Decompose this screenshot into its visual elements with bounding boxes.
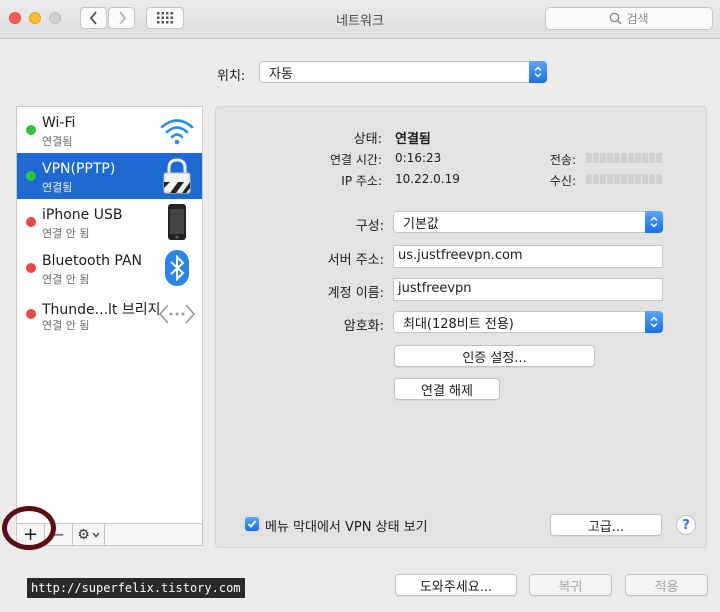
wifi-icon bbox=[160, 119, 194, 145]
service-name: Wi-Fi bbox=[42, 115, 76, 131]
service-status: 연결 안 됨 bbox=[42, 227, 90, 240]
ip-address-label: IP 주소: bbox=[341, 174, 382, 188]
show-vpn-status-checkbox[interactable] bbox=[245, 517, 259, 531]
service-item-bluetooth-pan[interactable]: Bluetooth PAN 연결 안 됨 bbox=[17, 245, 202, 291]
server-address-field[interactable]: us.justfreevpn.com bbox=[393, 245, 663, 268]
iphone-icon bbox=[168, 204, 186, 240]
updown-arrows-icon bbox=[529, 61, 547, 83]
search-icon bbox=[610, 12, 622, 25]
config-label: 구성: bbox=[355, 219, 384, 234]
service-status: 연결됨 bbox=[42, 181, 73, 194]
revert-button[interactable]: 복귀 bbox=[529, 574, 612, 596]
status-value: 연결됨 bbox=[395, 132, 431, 147]
service-list: Wi-Fi 연결됨 VPN(PPTP) 연결됨 iPhone USB 연결 안 … bbox=[16, 106, 203, 524]
encryption-value: 최대(128비트 전용) bbox=[403, 316, 514, 332]
config-popup[interactable]: 기본값 bbox=[393, 211, 663, 233]
status-dot bbox=[26, 125, 36, 135]
status-dot bbox=[26, 217, 36, 227]
service-status: 연결됨 bbox=[42, 135, 73, 148]
server-address-label: 서버 주소: bbox=[327, 253, 384, 268]
ip-address-value: 10.22.0.19 bbox=[395, 172, 460, 186]
apply-button[interactable]: 적용 bbox=[625, 574, 708, 596]
service-item-iphone-usb[interactable]: iPhone USB 연결 안 됨 bbox=[17, 199, 202, 245]
status-dot bbox=[26, 263, 36, 273]
encryption-label: 암호화: bbox=[343, 319, 384, 334]
status-label: 상태: bbox=[353, 132, 382, 147]
location-label: 위치: bbox=[217, 69, 246, 84]
received-bytes-meter bbox=[586, 174, 663, 184]
service-item-vpn[interactable]: VPN(PPTP) 연결됨 bbox=[17, 153, 202, 199]
updown-arrows-icon bbox=[645, 311, 663, 333]
assist-me-button[interactable]: 도와주세요... bbox=[395, 574, 517, 596]
status-dot bbox=[26, 171, 36, 181]
search-field[interactable]: 검색 bbox=[545, 7, 713, 30]
service-name: Thunde...lt 브리지 bbox=[42, 302, 161, 318]
service-status: 연결 안 됨 bbox=[42, 319, 90, 332]
advanced-button[interactable]: 고급... bbox=[550, 514, 662, 536]
service-status: 연결 안 됨 bbox=[42, 273, 90, 286]
title-bar: 네트워크 검색 bbox=[0, 0, 720, 39]
watermark: http://superfelix.tistory.com bbox=[27, 578, 245, 598]
connect-time-label: 연결 시간: bbox=[329, 153, 382, 167]
account-name-label: 계정 이름: bbox=[327, 286, 384, 301]
bluetooth-icon bbox=[165, 250, 189, 286]
location-value: 자동 bbox=[269, 66, 293, 82]
authentication-settings-button[interactable]: 인증 설정... bbox=[394, 345, 595, 367]
service-name: VPN(PPTP) bbox=[42, 161, 116, 177]
service-item-thunderbolt-bridge[interactable]: Thunde...lt 브리지 연결 안 됨 bbox=[17, 291, 202, 337]
vpn-lock-icon bbox=[163, 158, 191, 194]
annotation-circle bbox=[2, 506, 56, 550]
connect-time-value: 0:16:23 bbox=[395, 151, 442, 165]
service-name: iPhone USB bbox=[42, 207, 123, 223]
disconnect-button[interactable]: 연결 해제 bbox=[394, 378, 500, 400]
sent-label: 전송: bbox=[549, 153, 576, 167]
chevron-down-icon bbox=[92, 532, 100, 537]
checkmark-icon bbox=[247, 520, 257, 528]
thunderbolt-bridge-icon bbox=[158, 304, 196, 324]
account-name-field[interactable]: justfreevpn bbox=[393, 278, 663, 301]
service-name: Bluetooth PAN bbox=[42, 253, 143, 269]
search-placeholder: 검색 bbox=[626, 12, 649, 26]
action-menu-button[interactable]: ⚙ bbox=[73, 524, 105, 545]
status-dot bbox=[26, 309, 36, 319]
received-label: 수신: bbox=[549, 174, 576, 188]
location-popup[interactable]: 자동 bbox=[259, 61, 547, 83]
gear-icon: ⚙ bbox=[77, 526, 90, 543]
show-vpn-status-label: 메뉴 막대에서 VPN 상태 보기 bbox=[265, 520, 428, 535]
config-value: 기본값 bbox=[403, 216, 439, 232]
service-item-wifi[interactable]: Wi-Fi 연결됨 bbox=[17, 107, 202, 153]
updown-arrows-icon bbox=[645, 211, 663, 233]
help-button[interactable]: ? bbox=[676, 515, 696, 535]
encryption-popup[interactable]: 최대(128비트 전용) bbox=[393, 311, 663, 333]
sent-bytes-meter bbox=[586, 153, 663, 163]
